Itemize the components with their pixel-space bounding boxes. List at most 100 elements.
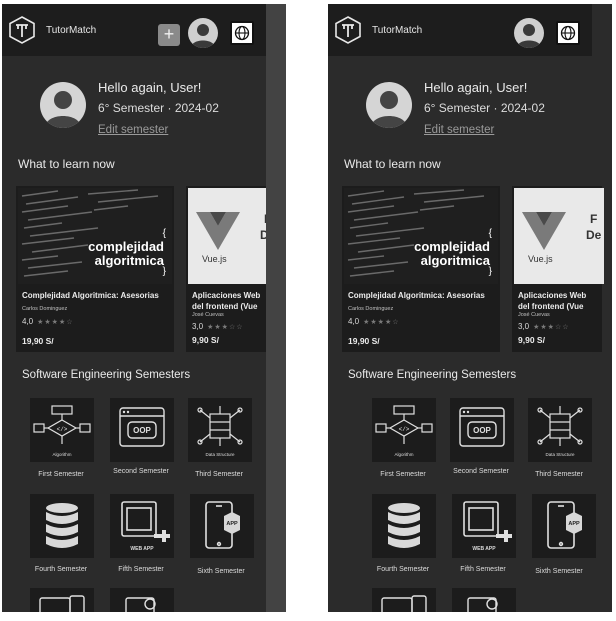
- course-card[interactable]: Vue.js F De Aplicaciones Web del fronten…: [512, 186, 604, 352]
- semester-tile-fifth[interactable]: WEB APP: [110, 494, 174, 558]
- rating-stars-icon: ★★★☆☆: [533, 324, 570, 331]
- course-rating: 4,0 ★★★★☆: [348, 317, 400, 326]
- top-app-bar: TutorMatch +: [2, 4, 266, 56]
- semester-label: Sixth Semester: [197, 568, 245, 575]
- mobile-app-icon: APP: [205, 501, 240, 549]
- user-avatar-button[interactable]: [514, 18, 544, 48]
- course-thumbnail: Vue.js F De: [514, 188, 604, 284]
- svg-text:OOP: OOP: [473, 426, 491, 435]
- course-price: 19,90 S/: [348, 336, 380, 346]
- course-price: 9,90 S/: [518, 335, 545, 345]
- user-silhouette-icon: [517, 24, 541, 48]
- svg-text:</>: </>: [57, 426, 68, 433]
- course-card[interactable]: { } complejidad algoritmica Complejidad …: [16, 186, 174, 352]
- oop-icon: OOP: [459, 407, 505, 447]
- oop-icon: OOP: [119, 407, 165, 447]
- semester-label: Fourth Semester: [34, 566, 88, 573]
- semester-label: Fourth Semester: [376, 566, 430, 573]
- semester-tile-seventh[interactable]: [30, 588, 94, 612]
- course-price: 19,90 S/: [22, 336, 54, 346]
- semester-tile-first[interactable]: </> Algorithm: [30, 398, 94, 462]
- user-silhouette-icon: [191, 24, 215, 48]
- database-icon: [388, 503, 420, 548]
- code-background-image: { }: [344, 188, 498, 284]
- svg-text:APP: APP: [226, 521, 238, 527]
- profile-avatar: [366, 82, 412, 128]
- course-author: Carlos Dominguez: [348, 306, 394, 312]
- semester-tile-second[interactable]: OOP: [110, 398, 174, 462]
- language-button[interactable]: [230, 21, 254, 45]
- semester-label: Fifth Semester: [118, 566, 164, 573]
- semester-label: Sixth Semester: [535, 568, 583, 575]
- svg-text:</>: </>: [399, 426, 410, 433]
- course-title: Complejidad Algoritmica: Asesorias: [348, 291, 485, 300]
- semester-tile-fifth[interactable]: WEB APP: [452, 494, 516, 558]
- svg-text:APP: APP: [568, 521, 580, 527]
- semester-tile-eighth[interactable]: [452, 588, 516, 612]
- course-rating: 4,0 ★★★★☆: [22, 317, 74, 326]
- scrollbar[interactable]: [266, 4, 286, 612]
- semesters-section-title: Software Engineering Semesters: [22, 369, 191, 381]
- language-button[interactable]: [556, 21, 580, 45]
- current-semester: 6° Semester · 2024-02: [98, 101, 219, 115]
- top-app-bar: TutorMatch: [328, 4, 592, 56]
- tutormatch-logo-icon[interactable]: [334, 16, 362, 44]
- tutormatch-logo-icon[interactable]: [8, 16, 36, 44]
- course-author: José Cuevas: [518, 312, 550, 318]
- greeting-text: Hello again, User!: [98, 80, 202, 95]
- semester-tile-fourth[interactable]: [30, 494, 94, 558]
- semester-tile-eighth[interactable]: [110, 588, 174, 612]
- course-rating: 3,0 ★★★☆☆: [518, 322, 570, 331]
- svg-text:OOP: OOP: [133, 426, 151, 435]
- semester-tile-sixth[interactable]: APP: [532, 494, 596, 558]
- semesters-section-title: Software Engineering Semesters: [348, 369, 517, 381]
- semester-tile-fourth[interactable]: [372, 494, 436, 558]
- profile-avatar: [40, 82, 86, 128]
- rating-stars-icon: ★★★☆☆: [207, 324, 244, 331]
- semester-label: Third Semester: [535, 471, 583, 478]
- course-image-caption: complejidad algoritmica: [88, 239, 164, 268]
- learn-section-title: What to learn now: [18, 157, 115, 171]
- semester-label: First Semester: [380, 471, 426, 478]
- user-silhouette-icon: [371, 91, 407, 128]
- course-title: Complejidad Algoritmica: Asesorias: [22, 291, 159, 300]
- semester-tile-second[interactable]: OOP: [450, 398, 514, 462]
- learn-section-title: What to learn now: [344, 157, 441, 171]
- semester-tile-sixth[interactable]: APP: [190, 494, 254, 558]
- edit-semester-link[interactable]: Edit semester: [424, 124, 494, 136]
- course-price: 9,90 S/: [192, 335, 219, 345]
- app-name: TutorMatch: [46, 25, 97, 36]
- phone-screen-left: TutorMatch + Hello again, User! 6° Semes…: [2, 4, 286, 612]
- course-thumbnail: { } complejidad algoritmica: [344, 188, 498, 284]
- course-author: Carlos Dominguez: [22, 306, 68, 312]
- document-settings-icon: [467, 597, 498, 612]
- course-card[interactable]: Vue.js F De Aplicaciones Web del fronten…: [186, 186, 278, 352]
- globe-icon: [560, 25, 576, 41]
- course-thumbnail: { } complejidad algoritmica: [18, 188, 172, 284]
- greeting-text: Hello again, User!: [424, 80, 528, 95]
- course-author: José Cuevas: [192, 312, 224, 318]
- semester-tile-first[interactable]: </> Algorithm: [372, 398, 436, 462]
- user-silhouette-icon: [45, 91, 81, 128]
- document-settings-icon: [125, 597, 156, 612]
- vue-caption: Vue.js: [202, 254, 227, 264]
- semester-label: Second Semester: [113, 468, 169, 475]
- semester-tile-seventh[interactable]: [372, 588, 436, 612]
- edit-semester-link[interactable]: Edit semester: [98, 124, 168, 136]
- semester-label: Second Semester: [453, 468, 509, 475]
- scrollbar[interactable]: [606, 4, 612, 612]
- course-title: Aplicaciones Web del frontend (Vue: [192, 291, 261, 311]
- course-image-caption: complejidad algoritmica: [414, 239, 490, 268]
- semester-label: Third Semester: [195, 471, 243, 478]
- course-card[interactable]: { } complejidad algoritmica Complejidad …: [342, 186, 500, 352]
- network-device-icon: [381, 595, 427, 612]
- semester-tile-third[interactable]: Data Structure: [528, 398, 592, 462]
- code-background-image: { }: [18, 188, 172, 284]
- app-name: TutorMatch: [372, 25, 423, 36]
- current-semester: 6° Semester · 2024-02: [424, 101, 545, 115]
- user-avatar-button[interactable]: [188, 18, 218, 48]
- add-button[interactable]: +: [158, 24, 180, 46]
- semester-tile-third[interactable]: Data Structure: [188, 398, 252, 462]
- globe-icon: [234, 25, 250, 41]
- network-device-icon: [39, 595, 85, 612]
